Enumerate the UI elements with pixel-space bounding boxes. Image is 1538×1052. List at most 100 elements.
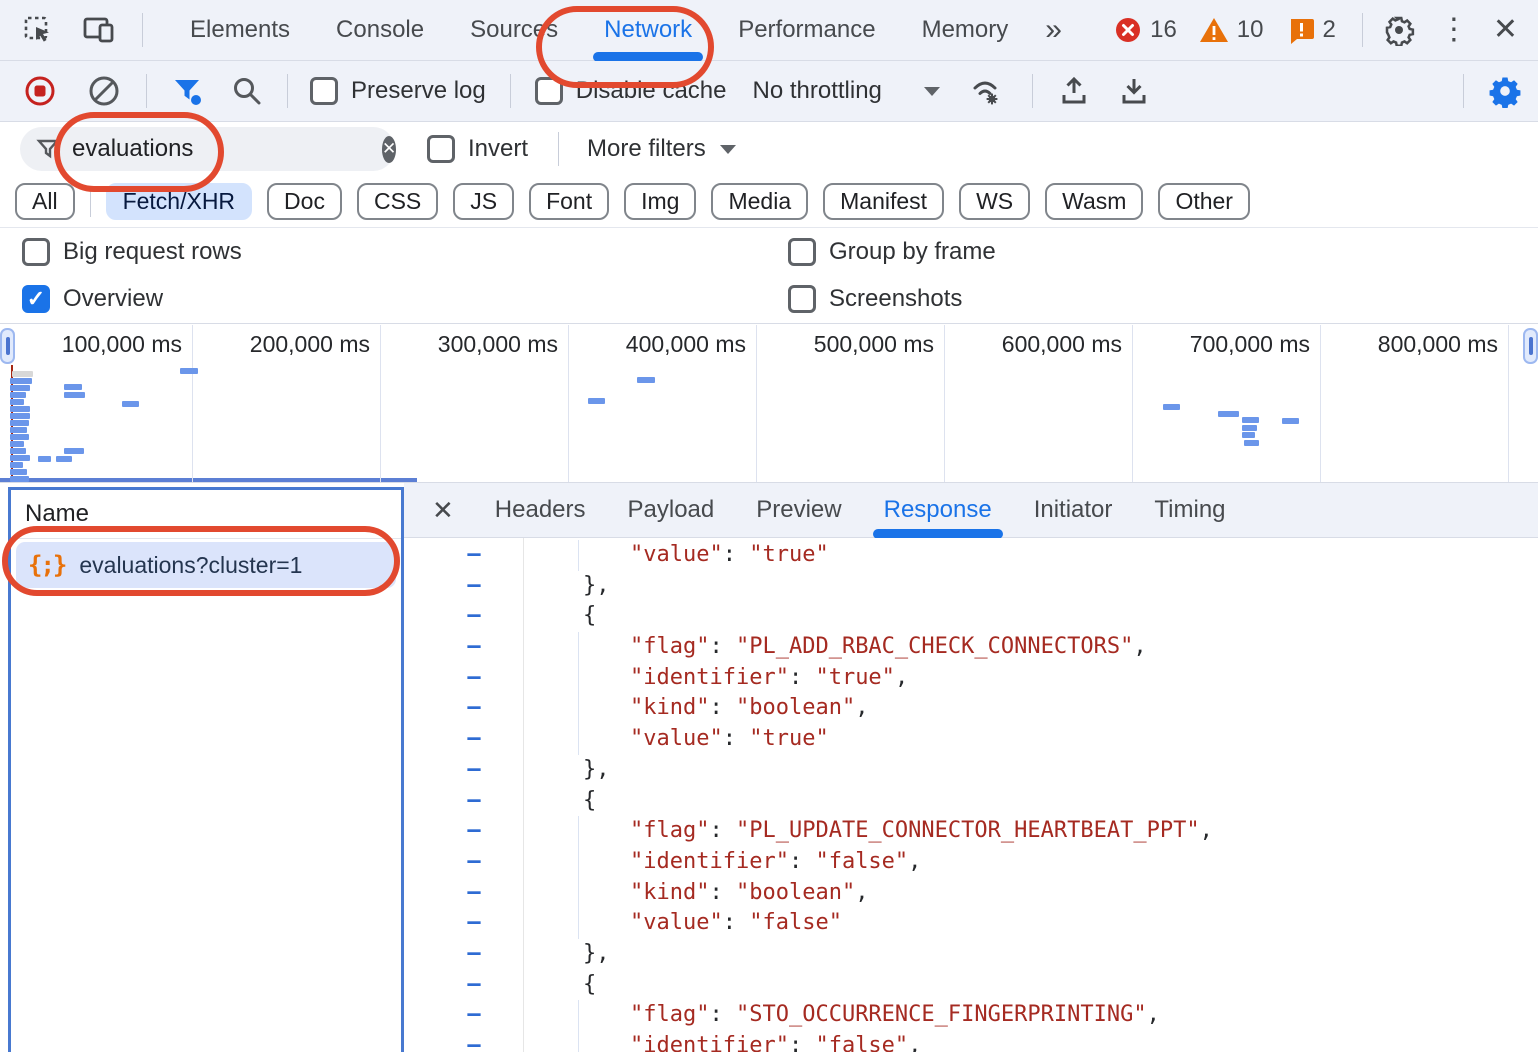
filter-input[interactable]	[72, 135, 382, 163]
fold-marker-icon[interactable]: –	[462, 755, 486, 786]
chip-all[interactable]: All	[15, 183, 75, 220]
json-file-icon: {;}	[28, 551, 65, 579]
settings-gear-icon[interactable]	[1383, 14, 1415, 46]
chip-wasm[interactable]: Wasm	[1045, 183, 1143, 220]
filter-funnel-icon[interactable]	[171, 75, 203, 107]
invert-checkbox[interactable]	[427, 135, 455, 163]
chip-font[interactable]: Font	[529, 183, 609, 220]
clear-filter-icon[interactable]: ✕	[382, 136, 396, 163]
overview-option[interactable]: ✓ Overview	[22, 285, 163, 313]
tab-console[interactable]: Console	[313, 0, 447, 60]
fold-marker-icon[interactable]: –	[462, 1031, 486, 1052]
timeline-request-bar	[10, 434, 29, 440]
error-count[interactable]: 16	[1150, 16, 1177, 44]
disable-cache-checkbox[interactable]	[535, 77, 563, 105]
code-line: –"identifier": "false",	[404, 1031, 1538, 1052]
fold-marker-icon[interactable]: –	[462, 878, 486, 909]
warning-count[interactable]: 10	[1237, 16, 1264, 44]
timeline-request-bar	[10, 476, 29, 482]
overview-checkbox[interactable]: ✓	[22, 285, 50, 313]
fold-marker-icon[interactable]: –	[462, 1000, 486, 1031]
code-text: },	[404, 939, 610, 970]
search-icon[interactable]	[231, 75, 263, 107]
detail-tab-payload[interactable]: Payload	[607, 483, 736, 537]
tab-elements[interactable]: Elements	[167, 0, 313, 60]
export-har-icon[interactable]	[1119, 75, 1149, 107]
screenshots-checkbox[interactable]	[788, 285, 816, 313]
detail-tab-timing[interactable]: Timing	[1133, 483, 1246, 537]
issues-icon[interactable]	[1288, 17, 1315, 44]
more-filters-arrow-icon[interactable]	[720, 145, 736, 154]
overview-right-grip[interactable]	[1523, 328, 1538, 364]
big-request-rows-option[interactable]: Big request rows	[22, 238, 242, 266]
error-icon[interactable]	[1114, 16, 1142, 44]
timeline-request-bar	[1242, 417, 1259, 423]
fold-marker-icon[interactable]: –	[462, 632, 486, 663]
throttling-select[interactable]: No throttling	[752, 77, 881, 105]
fold-marker-icon[interactable]: –	[462, 908, 486, 939]
record-network-log-icon[interactable]	[24, 75, 56, 107]
tab-memory[interactable]: Memory	[899, 0, 1032, 60]
group-by-frame-checkbox[interactable]	[788, 238, 816, 266]
chip-doc[interactable]: Doc	[267, 183, 342, 220]
request-list-header[interactable]: Name	[11, 490, 401, 539]
chip-fetch-xhr[interactable]: Fetch/XHR	[106, 183, 252, 220]
import-har-icon[interactable]	[1059, 75, 1089, 107]
detail-tab-response[interactable]: Response	[863, 483, 1013, 537]
fold-marker-icon[interactable]: –	[462, 571, 486, 602]
fold-marker-icon[interactable]: –	[462, 601, 486, 632]
fold-marker-icon[interactable]: –	[462, 663, 486, 694]
chip-css[interactable]: CSS	[357, 183, 438, 220]
tab-sources[interactable]: Sources	[447, 0, 581, 60]
request-row-selected[interactable]: {;} evaluations?cluster=1	[16, 542, 396, 588]
screenshots-label: Screenshots	[829, 285, 962, 313]
filter-input-container[interactable]: ✕	[20, 127, 395, 171]
close-detail-icon[interactable]: ✕	[432, 495, 454, 526]
fold-marker-icon[interactable]: –	[462, 693, 486, 724]
detail-tab-preview[interactable]: Preview	[735, 483, 862, 537]
chip-img[interactable]: Img	[624, 183, 696, 220]
issues-count[interactable]: 2	[1323, 16, 1336, 44]
big-request-rows-checkbox[interactable]	[22, 238, 50, 266]
group-by-frame-option[interactable]: Group by frame	[788, 238, 996, 266]
preserve-log-checkbox[interactable]	[310, 77, 338, 105]
chip-js[interactable]: JS	[453, 183, 514, 220]
invert-option[interactable]: Invert	[427, 135, 528, 163]
chip-manifest[interactable]: Manifest	[823, 183, 944, 220]
throttling-dropdown-arrow-icon[interactable]	[924, 87, 940, 96]
overview-left-grip[interactable]	[0, 328, 15, 364]
fold-marker-icon[interactable]: –	[462, 816, 486, 847]
timeline-request-bar	[1218, 411, 1239, 417]
fold-marker-icon[interactable]: –	[462, 724, 486, 755]
chip-other[interactable]: Other	[1158, 183, 1250, 220]
fold-marker-icon[interactable]: –	[462, 847, 486, 878]
menu-dots-icon[interactable]: ⋮	[1439, 15, 1469, 45]
clear-network-log-icon[interactable]	[88, 75, 120, 107]
fold-marker-icon[interactable]: –	[462, 786, 486, 817]
chip-divider	[90, 187, 91, 217]
warning-icon[interactable]	[1199, 17, 1229, 44]
network-settings-gear-icon[interactable]	[1488, 74, 1522, 108]
disable-cache-option[interactable]: Disable cache	[535, 77, 727, 105]
chip-media[interactable]: Media	[711, 183, 808, 220]
preserve-log-option[interactable]: Preserve log	[310, 77, 486, 105]
fold-marker-icon[interactable]: –	[462, 939, 486, 970]
response-body-viewer[interactable]: –"value": "true"–},–{–"flag": "PL_ADD_RB…	[404, 538, 1538, 1052]
tab-performance[interactable]: Performance	[715, 0, 898, 60]
detail-tab-headers[interactable]: Headers	[474, 483, 607, 537]
fold-marker-icon[interactable]: –	[462, 540, 486, 571]
more-filters-button[interactable]: More filters	[587, 135, 706, 163]
tab-network[interactable]: Network	[581, 0, 715, 60]
device-toolbar-icon[interactable]	[82, 14, 116, 46]
detail-tab-initiator[interactable]: Initiator	[1013, 483, 1134, 537]
inspect-element-icon[interactable]	[22, 14, 54, 46]
screenshots-option[interactable]: Screenshots	[788, 285, 962, 313]
toolbar-divider	[558, 132, 559, 166]
overview-tick-label: 700,000 ms	[1160, 331, 1310, 358]
network-conditions-icon[interactable]	[970, 75, 1006, 107]
chip-ws[interactable]: WS	[959, 183, 1030, 220]
fold-marker-icon[interactable]: –	[462, 970, 486, 1001]
close-devtools-icon[interactable]: ✕	[1493, 15, 1518, 45]
timeline-overview[interactable]: 100,000 ms200,000 ms300,000 ms400,000 ms…	[0, 325, 1538, 483]
more-tabs-icon[interactable]: »	[1045, 15, 1062, 45]
